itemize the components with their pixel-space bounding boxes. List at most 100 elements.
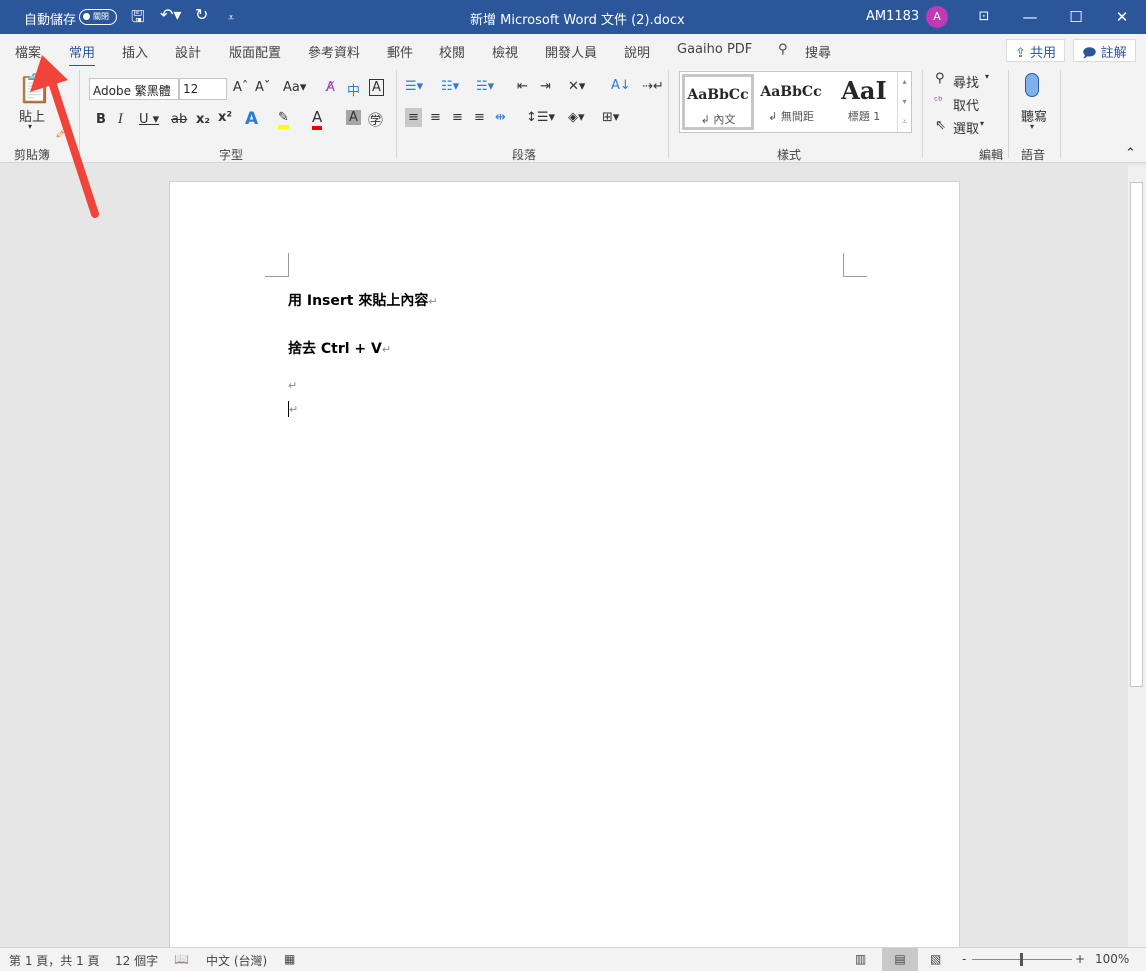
line-spacing-icon[interactable]: ↕☰▾ xyxy=(526,110,555,125)
justify-icon[interactable]: ≡ xyxy=(474,110,485,125)
paragraph-mark: ↵ xyxy=(288,379,298,392)
font-color-icon[interactable]: A xyxy=(312,108,323,130)
strikethrough-icon[interactable]: ab xyxy=(171,112,187,127)
style-heading-1[interactable]: AaI 標題 1 xyxy=(828,74,900,130)
tab-review[interactable]: 校閱 xyxy=(439,42,465,61)
shading-icon[interactable]: ◈▾ xyxy=(568,110,585,125)
styles-group-label: 樣式 xyxy=(777,148,802,162)
tab-gaaiho-pdf[interactable]: Gaaiho PDF xyxy=(677,42,752,57)
dictate-dropdown-icon[interactable]: ▾ xyxy=(1030,122,1034,131)
phonetic-guide-icon[interactable]: 中 xyxy=(347,80,360,99)
grow-font-icon[interactable]: Aˆ xyxy=(233,80,248,95)
decrease-indent-icon[interactable]: ⇤ xyxy=(517,79,528,94)
share-label: 共用 xyxy=(1030,46,1057,61)
ribbon-tabs: 檔案 常用 插入 設計 版面配置 參考資料 郵件 校閱 檢視 開發人員 說明 G… xyxy=(0,34,1146,68)
paragraph-mark: ↵ xyxy=(289,403,299,416)
borders-icon[interactable]: ⊞▾ xyxy=(602,110,619,125)
word-count[interactable]: 12 個字 xyxy=(115,952,158,969)
align-left-icon[interactable]: ≡ xyxy=(405,108,422,127)
underline-icon[interactable]: U ▾ xyxy=(139,112,159,127)
style-normal[interactable]: AaBbCc ↲ 內文 xyxy=(682,74,754,130)
close-icon[interactable]: ✕ xyxy=(1099,4,1145,30)
sort-icon[interactable]: A↓ xyxy=(611,78,631,93)
vertical-scrollbar[interactable] xyxy=(1128,165,1146,947)
shrink-font-icon[interactable]: Aˇ xyxy=(255,80,270,95)
ribbon-display-icon[interactable]: ⊡ xyxy=(961,4,1007,30)
zoom-slider-thumb[interactable] xyxy=(1020,953,1023,966)
text-effects-icon[interactable]: A xyxy=(245,109,258,129)
document-paragraph[interactable]: 捨去 Ctrl + V↵ xyxy=(288,338,391,358)
page-count[interactable]: 第 1 頁，共 1 頁 xyxy=(9,952,100,969)
style-no-spacing[interactable]: AaBbCc ↲ 無間距 xyxy=(755,74,827,130)
tab-developer[interactable]: 開發人員 xyxy=(545,42,597,61)
numbering-icon[interactable]: ☷▾ xyxy=(441,79,459,94)
scroll-thumb[interactable] xyxy=(1130,182,1143,687)
tab-help[interactable]: 說明 xyxy=(624,42,650,61)
web-layout-icon[interactable]: ▧ xyxy=(930,952,941,966)
find-dropdown-icon[interactable]: ▾ xyxy=(985,72,989,81)
tab-design[interactable]: 設計 xyxy=(175,42,201,61)
search-icon[interactable]: ⚲ xyxy=(778,42,788,57)
comments-button[interactable]: 🗩 註解 xyxy=(1073,39,1136,62)
increase-indent-icon[interactable]: ⇥ xyxy=(540,79,551,94)
character-border-icon[interactable]: A xyxy=(369,79,384,96)
zoom-level[interactable]: 100% xyxy=(1095,952,1129,966)
microphone-icon[interactable] xyxy=(1025,73,1039,97)
select-icon[interactable]: ⇖ xyxy=(935,118,946,133)
multilevel-list-icon[interactable]: ☵▾ xyxy=(476,79,494,94)
customize-qat-icon[interactable]: ⩡ xyxy=(228,11,234,25)
zoom-in-icon[interactable]: + xyxy=(1075,952,1085,966)
distributed-icon[interactable]: ⇹ xyxy=(495,110,506,125)
clear-formatting-icon[interactable]: A̸ xyxy=(326,80,335,95)
highlight-icon[interactable]: ✎ xyxy=(278,110,289,129)
enclose-characters-icon[interactable]: ㊫ xyxy=(368,109,383,130)
avatar[interactable]: A xyxy=(926,6,948,28)
undo-icon[interactable]: ↶▾ xyxy=(160,5,181,24)
red-arrow-annotation xyxy=(30,55,99,218)
document-paragraph[interactable]: 用 Insert 來貼上內容↵ xyxy=(288,290,438,310)
print-layout-icon[interactable]: ▤ xyxy=(882,948,918,971)
paragraph-mark: ↵ xyxy=(428,295,438,308)
divider xyxy=(396,70,397,158)
select-button[interactable]: 選取 xyxy=(953,118,979,137)
superscript-icon[interactable]: x² xyxy=(218,110,232,125)
tab-layout[interactable]: 版面配置 xyxy=(229,42,281,61)
share-icon: ⇪ xyxy=(1015,46,1031,61)
margin-corner xyxy=(843,253,867,277)
select-dropdown-icon[interactable]: ▾ xyxy=(980,119,984,128)
align-right-icon[interactable]: ≡ xyxy=(452,110,463,125)
search-box[interactable]: 搜尋 xyxy=(805,42,831,61)
tab-mailings[interactable]: 郵件 xyxy=(387,42,413,61)
user-name[interactable]: AM1183 xyxy=(866,9,919,24)
font-group-label: 字型 xyxy=(219,148,244,162)
share-button[interactable]: ⇪ 共用 xyxy=(1006,39,1066,62)
show-marks-icon[interactable]: ⇢↵ xyxy=(642,79,664,94)
replace-button[interactable]: 取代 xyxy=(953,95,979,114)
language[interactable]: 中文 (台灣) xyxy=(206,952,267,969)
find-button[interactable]: 尋找 xyxy=(953,72,979,91)
change-case-icon[interactable]: Aa▾ xyxy=(283,80,306,95)
maximize-icon[interactable]: ☐ xyxy=(1053,4,1099,30)
zoom-out-icon[interactable]: - xyxy=(962,952,966,966)
status-bar: 第 1 頁，共 1 頁 12 個字 📖 中文 (台灣) ▦ ▥ ▤ ▧ - + … xyxy=(0,947,1146,971)
minimize-icon[interactable]: — xyxy=(1007,4,1053,30)
proofing-icon[interactable]: 📖 xyxy=(174,952,189,966)
read-mode-icon[interactable]: ▥ xyxy=(855,952,866,966)
redo-icon[interactable]: ↻ xyxy=(195,5,208,24)
replace-icon[interactable]: ᶜᵇ xyxy=(934,94,943,107)
align-center-icon[interactable]: ≡ xyxy=(430,110,441,125)
bullets-icon[interactable]: ☰▾ xyxy=(405,79,423,94)
tab-view[interactable]: 檢視 xyxy=(492,42,518,61)
gallery-scroll[interactable]: ▴ ▾ ⩡ xyxy=(897,72,911,132)
comments-label: 註解 xyxy=(1100,46,1127,61)
character-shading-icon[interactable]: A xyxy=(346,110,361,125)
style-name: ↲ 無間距 xyxy=(768,110,814,123)
find-icon[interactable]: ⚲ xyxy=(935,71,945,86)
style-name: ↲ 內文 xyxy=(700,113,736,126)
macro-icon[interactable]: ▦ xyxy=(284,952,295,966)
asian-layout-icon[interactable]: ✕▾ xyxy=(568,79,585,94)
tab-references[interactable]: 參考資料 xyxy=(308,42,360,61)
collapse-ribbon-icon[interactable]: ⌃ xyxy=(1125,146,1136,161)
font-size-combo[interactable]: 12 xyxy=(179,78,227,100)
subscript-icon[interactable]: x₂ xyxy=(196,112,210,127)
